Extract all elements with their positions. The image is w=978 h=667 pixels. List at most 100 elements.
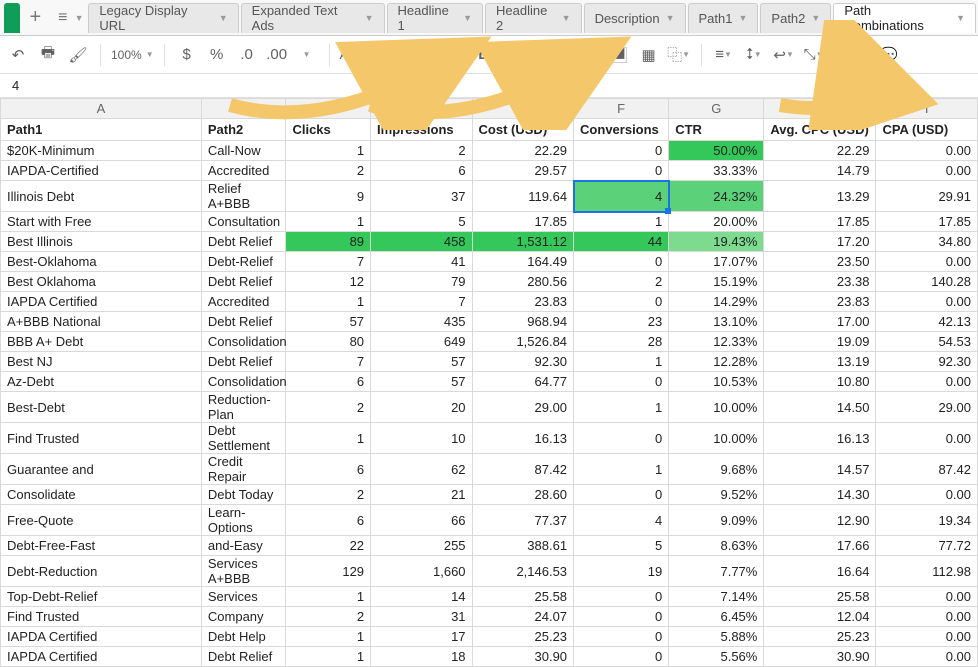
text-wrap-button[interactable]: ↩▼ [772, 43, 796, 67]
name-box[interactable]: 4 [0, 74, 978, 98]
cell[interactable]: 57 [286, 312, 371, 332]
cell[interactable]: Best NJ [1, 352, 202, 372]
column-header-E[interactable]: E [472, 99, 574, 119]
cell[interactable]: 6.45% [669, 607, 764, 627]
cell[interactable]: 92.30 [472, 352, 574, 372]
cell[interactable]: 649 [371, 332, 473, 352]
cell[interactable]: Guarantee and [1, 454, 202, 485]
cell[interactable]: 12.90 [764, 505, 876, 536]
cell[interactable]: Best Oklahoma [1, 272, 202, 292]
cell[interactable]: Learn-Options [201, 505, 286, 536]
cell[interactable]: 2,146.53 [472, 556, 574, 587]
cell[interactable]: 0.00 [876, 627, 978, 647]
paint-format-button[interactable]: 🖌 [66, 43, 90, 67]
cell[interactable]: Debt Relief [201, 232, 286, 252]
cell[interactable]: and-Easy [201, 536, 286, 556]
cell[interactable]: 5 [371, 212, 473, 232]
cell[interactable]: 17.07% [669, 252, 764, 272]
all-sheets-button[interactable]: ≡ [51, 9, 75, 27]
cell[interactable]: 15.19% [669, 272, 764, 292]
cell[interactable]: 41 [371, 252, 473, 272]
zoom-select[interactable]: 100%▼ [111, 48, 154, 62]
header-cell[interactable]: Path2 [201, 119, 286, 141]
header-cell[interactable]: Clicks [286, 119, 371, 141]
cell[interactable]: 12.33% [669, 332, 764, 352]
cell[interactable]: 0.00 [876, 587, 978, 607]
column-header-D[interactable]: D [371, 99, 473, 119]
sheet-tab-1[interactable]: Expanded Text Ads▼ [241, 3, 385, 33]
column-header-G[interactable]: G [669, 99, 764, 119]
cell[interactable]: 25.58 [472, 587, 574, 607]
italic-button[interactable]: I [502, 43, 526, 67]
cell[interactable]: 10 [371, 423, 473, 454]
cell[interactable]: 17.66 [764, 536, 876, 556]
cell[interactable]: 2 [286, 607, 371, 627]
cell[interactable]: 29.57 [472, 161, 574, 181]
cell[interactable]: 20.00% [669, 212, 764, 232]
cell[interactable]: 164.49 [472, 252, 574, 272]
cell[interactable]: 37 [371, 181, 473, 212]
cell[interactable]: Find Trusted [1, 607, 202, 627]
cell[interactable]: 1 [574, 454, 669, 485]
cell[interactable]: 23.83 [764, 292, 876, 312]
cell[interactable]: Consultation [201, 212, 286, 232]
cell[interactable]: 42.13 [876, 312, 978, 332]
sheet-tab-7[interactable]: Path Combinations▼ [833, 3, 976, 33]
cell[interactable]: 0.00 [876, 252, 978, 272]
cell[interactable]: Debt Relief [201, 272, 286, 292]
horizontal-align-button[interactable]: ≡▼ [712, 43, 736, 67]
cell[interactable]: 18 [371, 647, 473, 667]
cell[interactable]: 1,531.12 [472, 232, 574, 252]
column-header-B[interactable]: B [201, 99, 286, 119]
cell[interactable]: Call-Now [201, 141, 286, 161]
cell[interactable]: 19.43% [669, 232, 764, 252]
cell[interactable]: 0 [574, 485, 669, 505]
header-cell[interactable]: Impressions [371, 119, 473, 141]
cell[interactable]: Accredited [201, 292, 286, 312]
cell[interactable]: 16.64 [764, 556, 876, 587]
cell[interactable]: 17 [371, 627, 473, 647]
cell[interactable]: 23.38 [764, 272, 876, 292]
cell[interactable]: 87.42 [472, 454, 574, 485]
cell[interactable]: Services [201, 587, 286, 607]
cell[interactable]: 19 [574, 556, 669, 587]
cell[interactable]: 14.79 [764, 161, 876, 181]
cell[interactable]: IAPDA Certified [1, 647, 202, 667]
cell[interactable]: 50.00% [669, 141, 764, 161]
cell[interactable]: 5 [574, 536, 669, 556]
cell[interactable]: 17.85 [876, 212, 978, 232]
cell[interactable]: Best-Debt [1, 392, 202, 423]
cell[interactable]: 2 [286, 161, 371, 181]
cell[interactable]: 7 [371, 292, 473, 312]
cell[interactable]: 1 [574, 352, 669, 372]
format-percent-button[interactable]: % [205, 43, 229, 67]
cell[interactable]: 30.90 [472, 647, 574, 667]
cell[interactable]: Services A+BBB [201, 556, 286, 587]
header-cell[interactable]: Avg. CPC (USD) [764, 119, 876, 141]
cell[interactable]: 0 [574, 141, 669, 161]
cell[interactable]: 23.83 [472, 292, 574, 312]
cell[interactable]: 17.85 [472, 212, 574, 232]
cell[interactable]: 33.33% [669, 161, 764, 181]
cell[interactable]: 66 [371, 505, 473, 536]
cell[interactable]: 0.00 [876, 292, 978, 312]
cell[interactable]: 14 [371, 587, 473, 607]
insert-link-button[interactable]: 🔗 [847, 43, 871, 67]
increase-decimal-button[interactable]: .00 [265, 43, 289, 67]
cell[interactable]: 30.90 [764, 647, 876, 667]
borders-button[interactable]: ▦ [637, 43, 661, 67]
cell[interactable]: Illinois Debt [1, 181, 202, 212]
text-rotation-button[interactable]: ⤡▼ [802, 43, 826, 67]
cell[interactable]: Best Illinois [1, 232, 202, 252]
cell[interactable]: 6 [286, 454, 371, 485]
cell[interactable]: 0 [574, 423, 669, 454]
cell[interactable]: 44 [574, 232, 669, 252]
cell[interactable]: 0 [574, 252, 669, 272]
cell[interactable]: BBB A+ Debt [1, 332, 202, 352]
cell[interactable]: 10.80 [764, 372, 876, 392]
undo-button[interactable]: ↶ [6, 43, 30, 67]
cell[interactable]: 140.28 [876, 272, 978, 292]
sheet-tab-6[interactable]: Path2▼ [760, 3, 831, 33]
cell[interactable]: 20 [371, 392, 473, 423]
cell[interactable]: 4 [574, 505, 669, 536]
